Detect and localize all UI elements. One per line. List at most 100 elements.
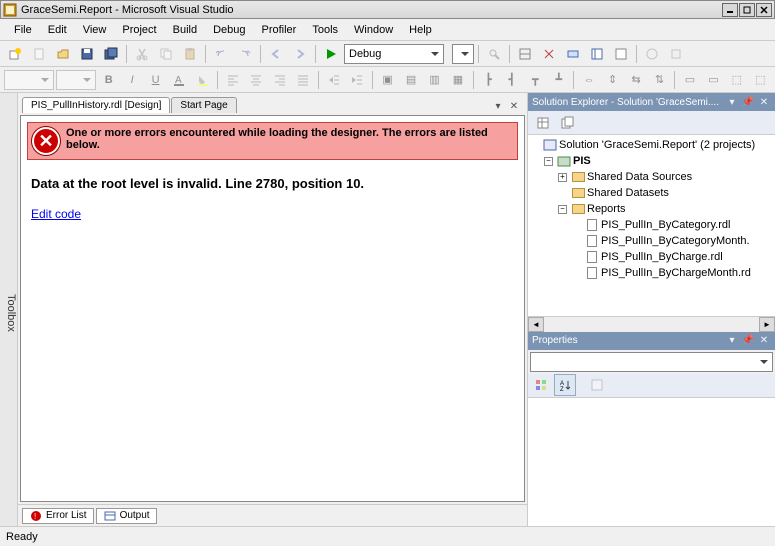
find-button[interactable] bbox=[483, 43, 505, 65]
spacing-1[interactable]: ⇔ bbox=[578, 69, 599, 91]
expander-icon[interactable]: − bbox=[544, 157, 553, 166]
tb-misc-1[interactable] bbox=[514, 43, 536, 65]
properties-grid[interactable] bbox=[528, 398, 775, 527]
minimize-button[interactable] bbox=[722, 3, 738, 17]
font-combo[interactable] bbox=[4, 70, 54, 90]
tree-project[interactable]: − PIS bbox=[530, 153, 773, 169]
align-right-button[interactable] bbox=[269, 69, 290, 91]
show-all-button[interactable] bbox=[556, 112, 578, 134]
tree-reports-folder[interactable]: − Reports bbox=[530, 201, 773, 217]
tb-misc-3[interactable] bbox=[562, 43, 584, 65]
tab-start[interactable]: Start Page bbox=[171, 97, 236, 113]
panel-pin-icon[interactable]: 📌 bbox=[741, 95, 755, 109]
tree-file[interactable]: PIS_PullIn_ByChargeMonth.rd bbox=[530, 265, 773, 281]
undo-button[interactable] bbox=[210, 43, 232, 65]
menu-file[interactable]: File bbox=[6, 22, 40, 38]
tb-misc-6[interactable] bbox=[641, 43, 663, 65]
copy-button[interactable] bbox=[155, 43, 177, 65]
spacing-4[interactable]: ⇅ bbox=[649, 69, 670, 91]
new-project-button[interactable] bbox=[4, 43, 26, 65]
justify-button[interactable] bbox=[293, 69, 314, 91]
nav-back-button[interactable] bbox=[265, 43, 287, 65]
tree-file[interactable]: PIS_PullIn_ByCategoryMonth. bbox=[530, 233, 773, 249]
nav-fwd-button[interactable] bbox=[289, 43, 311, 65]
align-obj-3[interactable]: ┳ bbox=[525, 69, 546, 91]
cut-button[interactable] bbox=[131, 43, 153, 65]
scroll-left-icon[interactable]: ◄ bbox=[528, 317, 544, 332]
panel-close-icon[interactable]: ✕ bbox=[757, 334, 771, 348]
maximize-button[interactable] bbox=[739, 3, 755, 17]
size-2[interactable]: ⬚ bbox=[750, 69, 771, 91]
expander-icon[interactable]: − bbox=[558, 205, 567, 214]
redo-button[interactable] bbox=[234, 43, 256, 65]
menu-tools[interactable]: Tools bbox=[304, 22, 346, 38]
bold-button[interactable]: B bbox=[98, 69, 119, 91]
size-combo[interactable] bbox=[56, 70, 96, 90]
tab-design[interactable]: PIS_PullInHistory.rdl [Design] bbox=[22, 97, 170, 113]
platform-combo[interactable] bbox=[452, 44, 474, 64]
property-pages-button[interactable] bbox=[586, 374, 608, 396]
tree-file[interactable]: PIS_PullIn_ByCharge.rdl bbox=[530, 249, 773, 265]
forecolor-button[interactable]: A bbox=[168, 69, 189, 91]
tree-hscroll[interactable]: ◄ ► bbox=[528, 316, 775, 332]
size-1[interactable]: ⬚ bbox=[726, 69, 747, 91]
order-front[interactable]: ▭ bbox=[679, 69, 700, 91]
align-obj-1[interactable]: ┣ bbox=[478, 69, 499, 91]
align-obj-2[interactable]: ┫ bbox=[501, 69, 522, 91]
menu-help[interactable]: Help bbox=[401, 22, 440, 38]
align-left-button[interactable] bbox=[222, 69, 243, 91]
layout-2-button[interactable]: ▤ bbox=[400, 69, 421, 91]
panel-menu-icon[interactable]: ▾ bbox=[725, 334, 739, 348]
scroll-right-icon[interactable]: ► bbox=[759, 317, 775, 332]
paste-button[interactable] bbox=[179, 43, 201, 65]
expander-icon[interactable]: + bbox=[558, 173, 567, 182]
menu-profiler[interactable]: Profiler bbox=[254, 22, 305, 38]
italic-button[interactable]: I bbox=[121, 69, 142, 91]
tb-misc-7[interactable] bbox=[665, 43, 687, 65]
tb-misc-2[interactable] bbox=[538, 43, 560, 65]
tree-shared-datasets[interactable]: Shared Datasets bbox=[530, 185, 773, 201]
panel-menu-icon[interactable]: ▾ bbox=[725, 95, 739, 109]
tb-misc-4[interactable] bbox=[586, 43, 608, 65]
align-obj-4[interactable]: ┻ bbox=[548, 69, 569, 91]
edit-code-link[interactable]: Edit code bbox=[31, 207, 514, 221]
panel-close-icon[interactable]: ✕ bbox=[757, 95, 771, 109]
menu-window[interactable]: Window bbox=[346, 22, 401, 38]
underline-button[interactable]: U bbox=[145, 69, 166, 91]
tree-shared-data-sources[interactable]: + Shared Data Sources bbox=[530, 169, 773, 185]
backcolor-button[interactable] bbox=[192, 69, 213, 91]
spacing-2[interactable]: ⇕ bbox=[602, 69, 623, 91]
tree-solution[interactable]: Solution 'GraceSemi.Report' (2 projects) bbox=[530, 137, 773, 153]
error-list-tab[interactable]: ! Error List bbox=[22, 508, 94, 524]
save-button[interactable] bbox=[76, 43, 98, 65]
menu-view[interactable]: View bbox=[75, 22, 115, 38]
menu-debug[interactable]: Debug bbox=[205, 22, 253, 38]
save-all-button[interactable] bbox=[100, 43, 122, 65]
tb-misc-5[interactable] bbox=[610, 43, 632, 65]
categorized-button[interactable] bbox=[530, 374, 552, 396]
menu-edit[interactable]: Edit bbox=[40, 22, 75, 38]
add-item-button[interactable] bbox=[28, 43, 50, 65]
solution-tree[interactable]: Solution 'GraceSemi.Report' (2 projects)… bbox=[528, 135, 775, 316]
output-tab[interactable]: Output bbox=[96, 508, 157, 524]
menu-project[interactable]: Project bbox=[114, 22, 164, 38]
outdent-button[interactable] bbox=[323, 69, 344, 91]
panel-pin-icon[interactable]: 📌 bbox=[741, 334, 755, 348]
properties-button[interactable] bbox=[532, 112, 554, 134]
layout-3-button[interactable]: ▥ bbox=[424, 69, 445, 91]
properties-object-combo[interactable] bbox=[530, 352, 773, 372]
toolbox-tab[interactable]: Toolbox bbox=[0, 93, 18, 526]
spacing-3[interactable]: ⇆ bbox=[625, 69, 646, 91]
open-button[interactable] bbox=[52, 43, 74, 65]
layout-1-button[interactable]: ▣ bbox=[377, 69, 398, 91]
tab-dropdown-icon[interactable]: ▾ bbox=[491, 99, 505, 113]
indent-button[interactable] bbox=[346, 69, 367, 91]
start-debug-button[interactable] bbox=[320, 43, 342, 65]
tab-close-icon[interactable]: ✕ bbox=[507, 99, 521, 113]
alphabetical-button[interactable]: AZ bbox=[554, 374, 576, 396]
close-button[interactable] bbox=[756, 3, 772, 17]
config-combo[interactable]: Debug bbox=[344, 44, 444, 64]
menu-build[interactable]: Build bbox=[165, 22, 205, 38]
order-back[interactable]: ▭ bbox=[703, 69, 724, 91]
layout-4-button[interactable]: ▦ bbox=[447, 69, 468, 91]
